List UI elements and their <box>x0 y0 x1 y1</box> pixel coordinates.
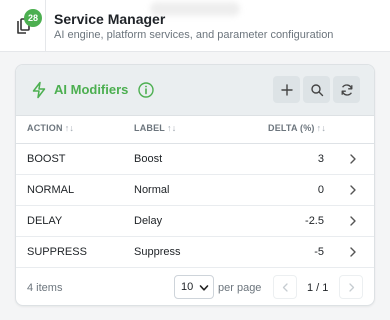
refresh-button[interactable] <box>333 76 360 103</box>
per-page-select[interactable]: 10 <box>174 275 214 299</box>
chevron-right-icon[interactable] <box>347 215 359 227</box>
cell-delta: 3 <box>317 153 324 165</box>
chevron-left-icon <box>282 282 288 292</box>
per-page-value: 10 <box>181 281 194 293</box>
add-button[interactable] <box>273 76 300 103</box>
ai-modifiers-card: AI Modifiers ACTION ↑↓ LABEL ↑↓ DELTA (%… <box>15 64 375 306</box>
page-title: Service Manager <box>54 11 166 27</box>
card-title: AI Modifiers <box>54 82 129 97</box>
cell-delta: 0 <box>317 184 324 196</box>
previous-page-button[interactable] <box>273 275 297 299</box>
card-header: AI Modifiers <box>16 65 374 116</box>
app-menu-toggle[interactable]: 28 <box>0 0 46 51</box>
search-button[interactable] <box>303 76 330 103</box>
search-icon <box>310 83 323 96</box>
app-header: 28 Service Manager AI engine, platform s… <box>0 0 390 52</box>
per-page-label: per page <box>218 282 262 294</box>
cell-action: NORMAL <box>27 184 75 196</box>
cell-label: Normal <box>134 184 170 196</box>
cell-label: Suppress <box>134 246 181 258</box>
page-indicator: 1 / 1 <box>307 282 329 294</box>
next-page-button[interactable] <box>339 275 363 299</box>
cell-delta: -5 <box>314 246 324 258</box>
refresh-icon <box>341 83 352 96</box>
cell-action: DELAY <box>27 215 63 227</box>
page-subtitle: AI engine, platform services, and parame… <box>54 29 334 41</box>
column-header-action[interactable]: ACTION ↑↓ <box>27 123 74 133</box>
table-row[interactable]: BOOST Boost 3 <box>16 144 374 175</box>
plus-icon <box>280 83 293 96</box>
sort-icon: ↑↓ <box>316 123 327 133</box>
item-count: 4 items <box>27 282 63 294</box>
table-row[interactable]: SUPPRESS Suppress -5 <box>16 237 374 268</box>
chevron-right-icon[interactable] <box>347 246 359 258</box>
table-row[interactable]: DELAY Delay -2.5 <box>16 206 374 237</box>
cell-action: SUPPRESS <box>27 246 87 258</box>
info-icon[interactable] <box>137 81 155 99</box>
cell-label: Delay <box>134 215 163 227</box>
cell-label: Boost <box>134 153 163 165</box>
sort-icon: ↑↓ <box>64 123 75 133</box>
notification-badge: 28 <box>24 9 42 27</box>
chevron-down-icon <box>199 285 209 291</box>
chevron-right-icon[interactable] <box>347 153 359 165</box>
column-header-delta[interactable]: DELTA (%) ↑↓ <box>268 123 326 133</box>
chevron-right-icon <box>348 282 354 292</box>
column-header-label[interactable]: LABEL ↑↓ <box>134 123 176 133</box>
cell-action: BOOST <box>27 153 66 165</box>
table-row[interactable]: NORMAL Normal 0 <box>16 175 374 206</box>
cell-delta: -2.5 <box>305 215 324 227</box>
sort-icon: ↑↓ <box>167 123 177 133</box>
lightning-icon <box>32 81 46 99</box>
chevron-right-icon[interactable] <box>347 184 359 196</box>
